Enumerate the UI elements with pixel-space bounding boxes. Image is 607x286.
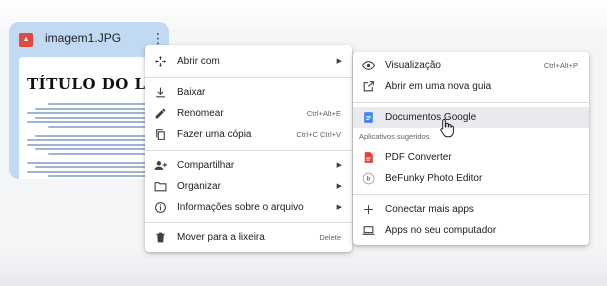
menu-divider: [353, 102, 589, 103]
menu-item-label: Mover para a lixeira: [177, 232, 265, 243]
submenu-item-label: Visualização: [385, 60, 441, 71]
submenu-item-connect-apps[interactable]: Conectar mais apps: [353, 199, 589, 220]
plus-icon: [364, 205, 373, 214]
submenu-item-pdf-converter[interactable]: PDF Converter: [353, 147, 589, 168]
submenu-item-open-new-tab[interactable]: Abrir em uma nova guia: [353, 76, 589, 97]
chevron-right-icon: ▶: [336, 58, 342, 65]
suggested-apps-heading: Aplicativos sugeridos: [359, 132, 430, 141]
submenu-item-label: Apps no seu computador: [385, 225, 497, 236]
chevron-right-icon: ▶: [336, 204, 342, 211]
menu-item-move-to-trash[interactable]: Mover para a lixeira Delete: [145, 227, 352, 248]
submenu-item-google-docs[interactable]: Documentos Google: [353, 107, 589, 128]
share-icon: [154, 161, 167, 170]
menu-item-rename[interactable]: Renomear Ctrl+Alt+E: [145, 103, 352, 124]
menu-item-label: Baixar: [177, 87, 206, 98]
open-with-icon: [155, 56, 166, 67]
pdf-converter-icon: [364, 152, 373, 163]
image-file-icon: ▲: [19, 33, 33, 47]
submenu-item-label: Documentos Google: [385, 112, 477, 123]
download-icon: [156, 87, 165, 98]
chevron-right-icon: ▶: [336, 183, 342, 190]
page-background-bottom: [0, 250, 607, 286]
submenu-item-preview[interactable]: Visualização Ctrl+Alt+P: [353, 55, 589, 76]
menu-divider: [353, 194, 589, 195]
menu-item-open-with[interactable]: Abrir com ▶: [145, 51, 352, 72]
copy-icon: [156, 129, 165, 140]
submenu-item-computer-apps[interactable]: Apps no seu computador: [353, 220, 589, 241]
menu-item-label: Informações sobre o arquivo: [177, 202, 304, 213]
menu-item-organize[interactable]: Organizar ▶: [145, 176, 352, 197]
menu-item-label: Compartilhar: [177, 160, 235, 171]
menu-divider: [145, 77, 352, 78]
hand-cursor-icon: [440, 118, 454, 138]
open-new-tab-icon: [363, 81, 374, 92]
rename-icon: [155, 108, 166, 119]
chevron-right-icon: ▶: [336, 162, 342, 169]
menu-item-make-copy[interactable]: Fazer uma cópia Ctrl+C Ctrl+V: [145, 124, 352, 145]
menu-item-shortcut: Ctrl+C Ctrl+V: [296, 130, 341, 139]
submenu-item-label: PDF Converter: [385, 152, 452, 163]
submenu-item-label: Conectar mais apps: [385, 204, 474, 215]
menu-divider: [145, 150, 352, 151]
menu-divider: [145, 222, 352, 223]
submenu-item-shortcut: Ctrl+Alt+P: [543, 61, 578, 70]
menu-item-share[interactable]: Compartilhar ▶: [145, 155, 352, 176]
menu-item-file-info[interactable]: Informações sobre o arquivo ▶: [145, 197, 352, 218]
menu-item-download[interactable]: Baixar: [145, 82, 352, 103]
laptop-icon: [362, 226, 375, 235]
submenu-item-befunky[interactable]: b BeFunky Photo Editor: [353, 168, 589, 189]
menu-item-label: Organizar: [177, 181, 221, 192]
menu-item-shortcut: Ctrl+Alt+E: [306, 109, 341, 118]
open-with-submenu: Visualização Ctrl+Alt+P Abrir em uma nov…: [353, 52, 589, 245]
menu-item-shortcut: Delete: [319, 233, 341, 242]
svg-text:b: b: [367, 177, 371, 183]
menu-item-label: Abrir com: [177, 56, 220, 67]
folder-icon: [154, 182, 167, 192]
file-name: imagem1.JPG: [45, 31, 122, 45]
menu-item-label: Renomear: [177, 108, 224, 119]
trash-icon: [156, 232, 165, 243]
info-icon: [155, 202, 166, 213]
befunky-icon: b: [362, 172, 375, 185]
submenu-item-label: BeFunky Photo Editor: [385, 173, 483, 184]
file-context-menu: Abrir com ▶ Baixar Renomear Ctrl+Alt+E F…: [145, 45, 352, 252]
submenu-item-label: Abrir em uma nova guia: [385, 81, 492, 92]
google-docs-icon: [364, 112, 373, 123]
eye-icon: [362, 61, 375, 70]
menu-item-label: Fazer uma cópia: [177, 129, 252, 140]
